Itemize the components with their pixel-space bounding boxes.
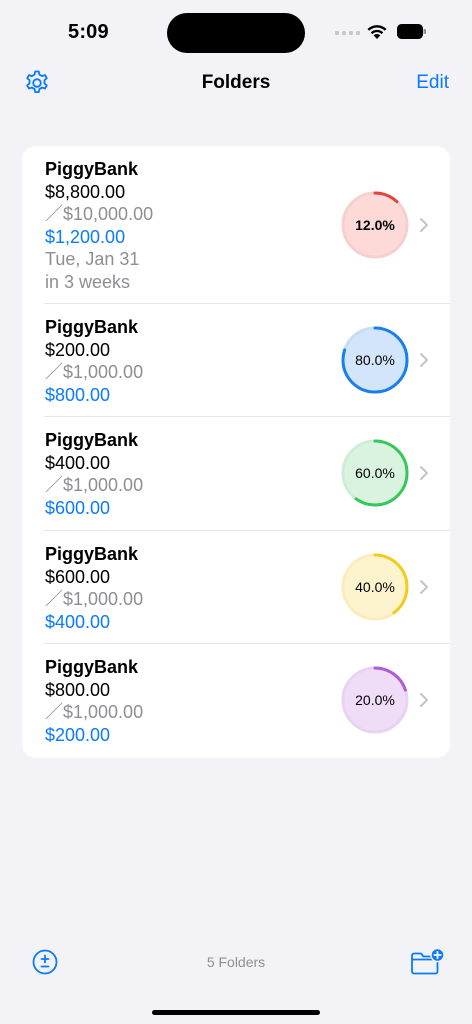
- folder-balance: $400.00: [45, 452, 111, 473]
- chevron-right-icon: [420, 218, 428, 232]
- folder-list: PiggyBank $8,800.00 ／$10,000.00 $1,200.0…: [22, 146, 450, 758]
- wifi-icon: [367, 25, 387, 39]
- folder-row[interactable]: PiggyBank $200.00 ／$1,000.00 $800.00 80.…: [22, 304, 450, 417]
- cellular-signal-icon: [335, 31, 360, 35]
- progress-ring: 40.0%: [339, 551, 411, 623]
- status-time: 5:09: [68, 21, 109, 43]
- folder-name: PiggyBank: [45, 657, 139, 677]
- folder-count: 5 Folders: [206, 954, 266, 970]
- folder-goal: ／$1,000.00: [45, 589, 144, 609]
- folder-name: PiggyBank: [45, 317, 139, 337]
- progress-ring: 60.0%: [339, 437, 411, 509]
- progress-percent: 40.0%: [355, 579, 395, 595]
- folder-remaining: $600.00: [45, 497, 111, 518]
- folder-name: PiggyBank: [45, 430, 139, 450]
- edit-button[interactable]: Edit: [416, 72, 449, 94]
- battery-icon: [397, 24, 426, 39]
- progress-percent: 12.0%: [355, 217, 395, 233]
- progress-percent: 60.0%: [355, 465, 395, 481]
- folder-goal: ／$1,000.00: [45, 362, 144, 382]
- progress-ring: 80.0%: [339, 324, 411, 396]
- chevron-right-icon: [420, 580, 428, 594]
- progress-percent: 20.0%: [355, 692, 395, 708]
- folder-due-relative: in 3 weeks: [45, 271, 131, 292]
- folder-due-date: Tue, Jan 31: [45, 249, 140, 269]
- chevron-right-icon: [420, 353, 428, 367]
- folder-row[interactable]: PiggyBank $8,800.00 ／$10,000.00 $1,200.0…: [22, 146, 450, 304]
- progress-percent: 80.0%: [355, 352, 395, 368]
- folder-balance: $8,800.00: [45, 181, 126, 202]
- chevron-right-icon: [420, 693, 428, 707]
- folder-remaining: $400.00: [45, 611, 111, 632]
- folder-row[interactable]: PiggyBank $600.00 ／$1,000.00 $400.00 40.…: [22, 531, 450, 644]
- progress-ring: 20.0%: [339, 664, 411, 736]
- folder-balance: $200.00: [45, 339, 111, 360]
- folder-remaining: $200.00: [45, 724, 111, 745]
- folder-row[interactable]: PiggyBank $400.00 ／$1,000.00 $600.00 60.…: [22, 417, 450, 531]
- dynamic-island: [167, 13, 305, 53]
- folder-name: PiggyBank: [45, 544, 139, 564]
- folder-row[interactable]: PiggyBank $800.00 ／$1,000.00 $200.00 20.…: [22, 644, 450, 758]
- folder-balance: $600.00: [45, 566, 111, 587]
- folder-goal: ／$1,000.00: [45, 475, 144, 495]
- folder-remaining: $1,200.00: [45, 226, 126, 247]
- progress-ring: 12.0%: [339, 189, 411, 261]
- folder-balance: $800.00: [45, 679, 111, 700]
- folder-badge-plus-icon[interactable]: [409, 948, 445, 976]
- home-indicator: [152, 1010, 320, 1015]
- status-bar: 5:09: [0, 0, 472, 60]
- chevron-right-icon: [420, 466, 428, 480]
- folder-remaining: $800.00: [45, 384, 111, 405]
- folder-goal: ／$10,000.00: [45, 204, 154, 224]
- folder-goal: ／$1,000.00: [45, 702, 144, 722]
- page-title: Folders: [201, 72, 271, 93]
- folder-name: PiggyBank: [45, 159, 139, 179]
